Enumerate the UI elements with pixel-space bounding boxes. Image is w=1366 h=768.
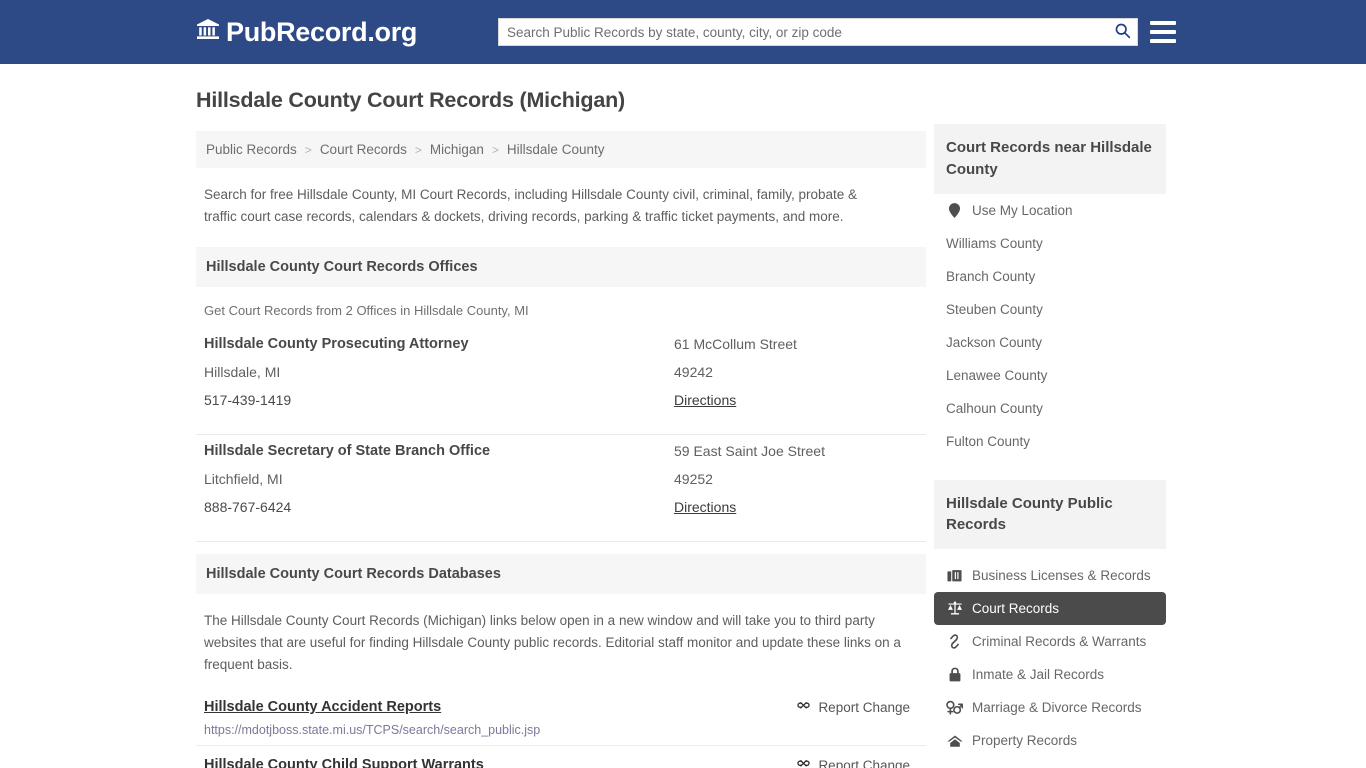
lock-icon xyxy=(946,667,963,682)
office-phone[interactable]: 517-439-1419 xyxy=(204,392,674,408)
main-content: Hillsdale County Court Records (Michigan… xyxy=(196,88,926,768)
office-zip: 49252 xyxy=(674,470,713,487)
breadcrumb-separator: > xyxy=(491,142,499,157)
office-name: Hillsdale County Prosecuting Attorney xyxy=(204,335,469,352)
databases-section-heading: Hillsdale County Court Records Databases xyxy=(196,553,926,594)
sidebar-item-inmate-jail-records[interactable]: Inmate & Jail Records xyxy=(934,658,1166,691)
sidebar-item-property-records[interactable]: Property Records xyxy=(934,724,1166,757)
search-icon xyxy=(1114,22,1131,42)
office-phone[interactable]: 888-767-6424 xyxy=(204,499,674,515)
map-pin-icon xyxy=(946,202,963,218)
use-my-location-item[interactable]: Use My Location xyxy=(934,194,1166,227)
sidebar-item-label: Business Licenses & Records xyxy=(972,568,1151,583)
directions-link[interactable]: Directions xyxy=(674,499,736,515)
page-intro-text: Search for free Hillsdale County, MI Cou… xyxy=(204,187,858,225)
page-title: Hillsdale County Court Records (Michigan… xyxy=(196,88,626,112)
nearby-county-calhoun[interactable]: Calhoun County xyxy=(934,392,1166,425)
public-records-list: Business Licenses & Records Court Record… xyxy=(934,559,1166,757)
database-row-header: Hillsdale County Child Support Warrants … xyxy=(204,756,918,768)
breadcrumb-separator: > xyxy=(304,142,312,157)
offices-section-heading: Hillsdale County Court Records Offices xyxy=(196,246,926,287)
database-link[interactable]: Hillsdale County Accident Reports xyxy=(204,699,441,715)
office-address-block: 61 McCollum Street 49242 Directions xyxy=(674,336,918,420)
office-row: Hillsdale Secretary of State Branch Offi… xyxy=(196,435,926,542)
sidebar-item-label: Marriage & Divorce Records xyxy=(972,700,1142,715)
search-input[interactable] xyxy=(499,19,1107,45)
breadcrumb-item-michigan[interactable]: Michigan xyxy=(430,142,484,157)
breadcrumb-separator: > xyxy=(414,142,422,157)
office-zip: 49242 xyxy=(674,363,713,380)
nearby-county-list: Use My Location Williams County Branch C… xyxy=(934,194,1166,458)
sidebar: Court Records near Hillsdale County Use … xyxy=(934,124,1166,757)
office-row: Hillsdale County Prosecuting Attorney Hi… xyxy=(196,328,926,435)
sidebar-item-court-records[interactable]: Court Records xyxy=(934,592,1166,625)
hamburger-menu-icon[interactable] xyxy=(1150,21,1176,43)
nearby-county-williams[interactable]: Williams County xyxy=(934,227,1166,260)
database-url: https://mdotjboss.state.mi.us/TCPS/searc… xyxy=(204,723,541,738)
breadcrumb-item-court-records[interactable]: Court Records xyxy=(320,142,407,157)
report-change-label: Report Change xyxy=(818,699,910,715)
office-address-block: 59 East Saint Joe Street 49252 Direction… xyxy=(674,443,918,527)
nearby-county-fulton[interactable]: Fulton County xyxy=(934,425,1166,458)
house-icon xyxy=(946,734,963,748)
link-icon xyxy=(946,634,963,649)
directions-link[interactable]: Directions xyxy=(674,392,736,408)
office-city: Litchfield, MI xyxy=(204,470,283,487)
broken-link-icon xyxy=(796,756,811,768)
database-link[interactable]: Hillsdale County Child Support Warrants xyxy=(204,757,484,768)
nearby-section-heading: Court Records near Hillsdale County xyxy=(934,124,1166,194)
office-address: 61 McCollum Street xyxy=(674,335,797,352)
breadcrumb: Public Records > Court Records > Michiga… xyxy=(196,131,926,168)
nearby-county-steuben[interactable]: Steuben County xyxy=(934,293,1166,326)
office-address: 59 East Saint Joe Street xyxy=(674,442,825,459)
database-row: Hillsdale County Child Support Warrants … xyxy=(196,746,926,768)
database-row: Hillsdale County Accident Reports Report… xyxy=(196,688,926,747)
office-details: Hillsdale County Prosecuting Attorney Hi… xyxy=(204,336,674,420)
sidebar-item-label: Property Records xyxy=(972,733,1078,748)
search-button[interactable] xyxy=(1107,19,1137,45)
database-row-header: Hillsdale County Accident Reports Report… xyxy=(204,698,918,716)
site-logo[interactable]: PubRecord.org xyxy=(196,17,417,48)
office-details: Hillsdale Secretary of State Branch Offi… xyxy=(204,443,674,527)
nearby-county-jackson[interactable]: Jackson County xyxy=(934,326,1166,359)
office-city: Hillsdale, MI xyxy=(204,363,281,380)
offices-section-subheading: Get Court Records from 2 Offices in Hill… xyxy=(204,302,529,318)
sidebar-item-marriage-divorce-records[interactable]: Marriage & Divorce Records xyxy=(934,691,1166,724)
report-change-button[interactable]: Report Change xyxy=(796,698,918,716)
bank-icon xyxy=(196,17,220,48)
site-header: PubRecord.org xyxy=(0,0,1366,64)
sidebar-item-label: Inmate & Jail Records xyxy=(972,667,1105,682)
report-change-button[interactable]: Report Change xyxy=(796,756,918,768)
briefcase-icon xyxy=(946,568,963,583)
report-change-label: Report Change xyxy=(818,757,910,768)
sidebar-item-business-licenses[interactable]: Business Licenses & Records xyxy=(934,559,1166,592)
use-my-location-label: Use My Location xyxy=(972,202,1073,218)
databases-section-intro: The Hillsdale County Court Records (Mich… xyxy=(204,612,901,673)
public-records-section-heading: Hillsdale County Public Records xyxy=(934,479,1166,549)
sidebar-item-label: Court Records xyxy=(972,601,1060,616)
sidebar-item-criminal-records[interactable]: Criminal Records & Warrants xyxy=(934,625,1166,658)
sidebar-item-label: Criminal Records & Warrants xyxy=(972,634,1147,649)
breadcrumb-item-public-records[interactable]: Public Records xyxy=(206,142,297,157)
search-bar[interactable] xyxy=(498,18,1138,46)
gender-symbols-icon xyxy=(946,700,963,715)
broken-link-icon xyxy=(796,698,811,716)
nearby-county-branch[interactable]: Branch County xyxy=(934,260,1166,293)
brand-name: PubRecord.org xyxy=(226,16,418,47)
scales-of-justice-icon xyxy=(946,601,963,616)
nearby-county-lenawee[interactable]: Lenawee County xyxy=(934,359,1166,392)
breadcrumb-item-hillsdale-county[interactable]: Hillsdale County xyxy=(507,142,605,157)
office-name: Hillsdale Secretary of State Branch Offi… xyxy=(204,442,491,459)
